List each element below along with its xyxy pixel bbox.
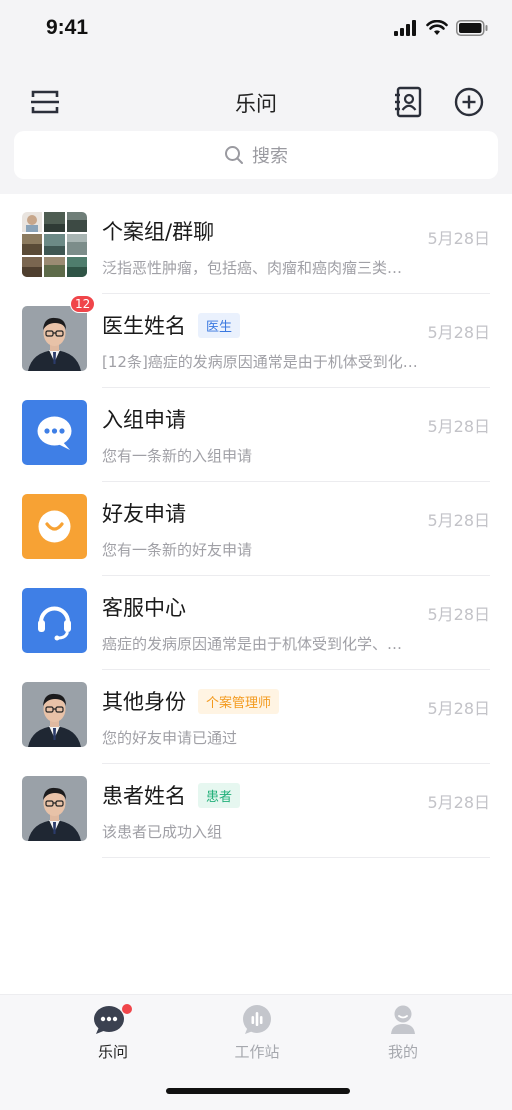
tab-lewen[interactable]: 乐问: [58, 1003, 168, 1062]
conversation-date: 5月28日: [427, 699, 490, 718]
conversation-preview: 您有一条新的入组申请: [102, 447, 253, 465]
doctor-avatar: [22, 776, 87, 841]
conversation-list: 个案组/群聊 5月28日 泛指恶性肿瘤，包括癌、肉瘤和癌肉瘤三类… 12 医生姓…: [0, 200, 512, 858]
headset-icon: [38, 606, 71, 641]
tab-workstation[interactable]: 工作站: [202, 1003, 312, 1062]
conversation-preview: 您的好友申请已通过: [102, 729, 238, 747]
role-tag: 医生: [198, 312, 241, 338]
doctor-avatar: [22, 682, 87, 747]
conversation-date: 5月28日: [427, 511, 490, 530]
contacts-book-icon: [395, 86, 422, 118]
conversation-title: 好友申请: [102, 502, 186, 526]
conversation-title: 患者姓名: [102, 784, 186, 808]
wifi-icon: [426, 20, 448, 35]
contacts-button[interactable]: [392, 85, 424, 119]
home-indicator: [166, 1088, 350, 1094]
conversation-row[interactable]: 入组申请 5月28日 您有一条新的入组申请: [0, 388, 512, 482]
battery-icon: [456, 20, 488, 36]
signal-icon: [394, 20, 416, 36]
search-placeholder: 搜索: [252, 146, 288, 167]
workstation-icon: [243, 1005, 271, 1034]
smile-icon: [38, 510, 71, 543]
conversation-preview: 癌症的发病原因通常是由于机体受到化学、…: [102, 635, 403, 653]
tab-profile[interactable]: 我的: [348, 1003, 458, 1062]
conversation-preview: 您有一条新的好友申请: [102, 541, 253, 559]
conversation-date: 5月28日: [427, 793, 490, 812]
conversation-date: 5月28日: [427, 229, 490, 248]
conversation-title: 医生姓名: [102, 314, 186, 338]
status-time: 9:41: [46, 16, 89, 39]
chat-icon: [94, 1004, 132, 1034]
tab-label: 工作站: [234, 1043, 280, 1061]
search-icon: [225, 146, 243, 164]
conversation-date: 5月28日: [427, 605, 490, 624]
status-icons: [394, 20, 488, 36]
conversation-title: 客服中心: [102, 596, 186, 620]
divider: [102, 857, 490, 858]
search-bar[interactable]: 搜索: [14, 131, 498, 179]
conversation-title: 其他身份: [102, 690, 186, 714]
role-tag: 患者: [198, 782, 241, 808]
conversation-date: 5月28日: [427, 417, 490, 436]
conversation-row[interactable]: 12 医生姓名 医生 5月28日 [12条]癌症的发病原因通常是由于机体受到化…: [0, 294, 512, 388]
conversation-row[interactable]: 患者姓名 患者 5月28日 该患者已成功入组: [0, 764, 512, 858]
tab-label: 乐问: [97, 1043, 128, 1061]
conversation-preview: [12条]癌症的发病原因通常是由于机体受到化…: [102, 353, 418, 371]
conversation-row[interactable]: 客服中心 5月28日 癌症的发病原因通常是由于机体受到化学、…: [0, 576, 512, 670]
conversation-preview: 该患者已成功入组: [102, 823, 223, 841]
service-center-avatar: [22, 588, 87, 653]
chat-bubble-icon: [37, 416, 72, 450]
conversation-preview: 泛指恶性肿瘤，包括癌、肉瘤和癌肉瘤三类…: [102, 259, 403, 277]
conversation-title: 个案组/群聊: [102, 220, 215, 244]
role-tag: 个案管理师: [198, 688, 280, 714]
conversation-date: 5月28日: [427, 323, 490, 342]
conversation-row[interactable]: 好友申请 5月28日 您有一条新的好友申请: [0, 482, 512, 576]
add-button[interactable]: [453, 86, 485, 118]
doctor-avatar: [22, 306, 87, 371]
unread-badge: 12: [70, 295, 96, 313]
conversation-row[interactable]: 其他身份 个案管理师 5月28日 您的好友申请已通过: [0, 670, 512, 764]
group-avatar: [22, 212, 87, 277]
page-title: 乐问: [235, 92, 277, 116]
plus-circle-icon: [454, 87, 484, 117]
group-join-avatar: [22, 400, 87, 465]
conversation-row[interactable]: 个案组/群聊 5月28日 泛指恶性肿瘤，包括癌、肉瘤和癌肉瘤三类…: [0, 200, 512, 294]
friend-request-avatar: [22, 494, 87, 559]
conversation-title: 入组申请: [102, 408, 186, 432]
tab-label: 我的: [387, 1043, 418, 1061]
profile-icon: [391, 1005, 415, 1034]
